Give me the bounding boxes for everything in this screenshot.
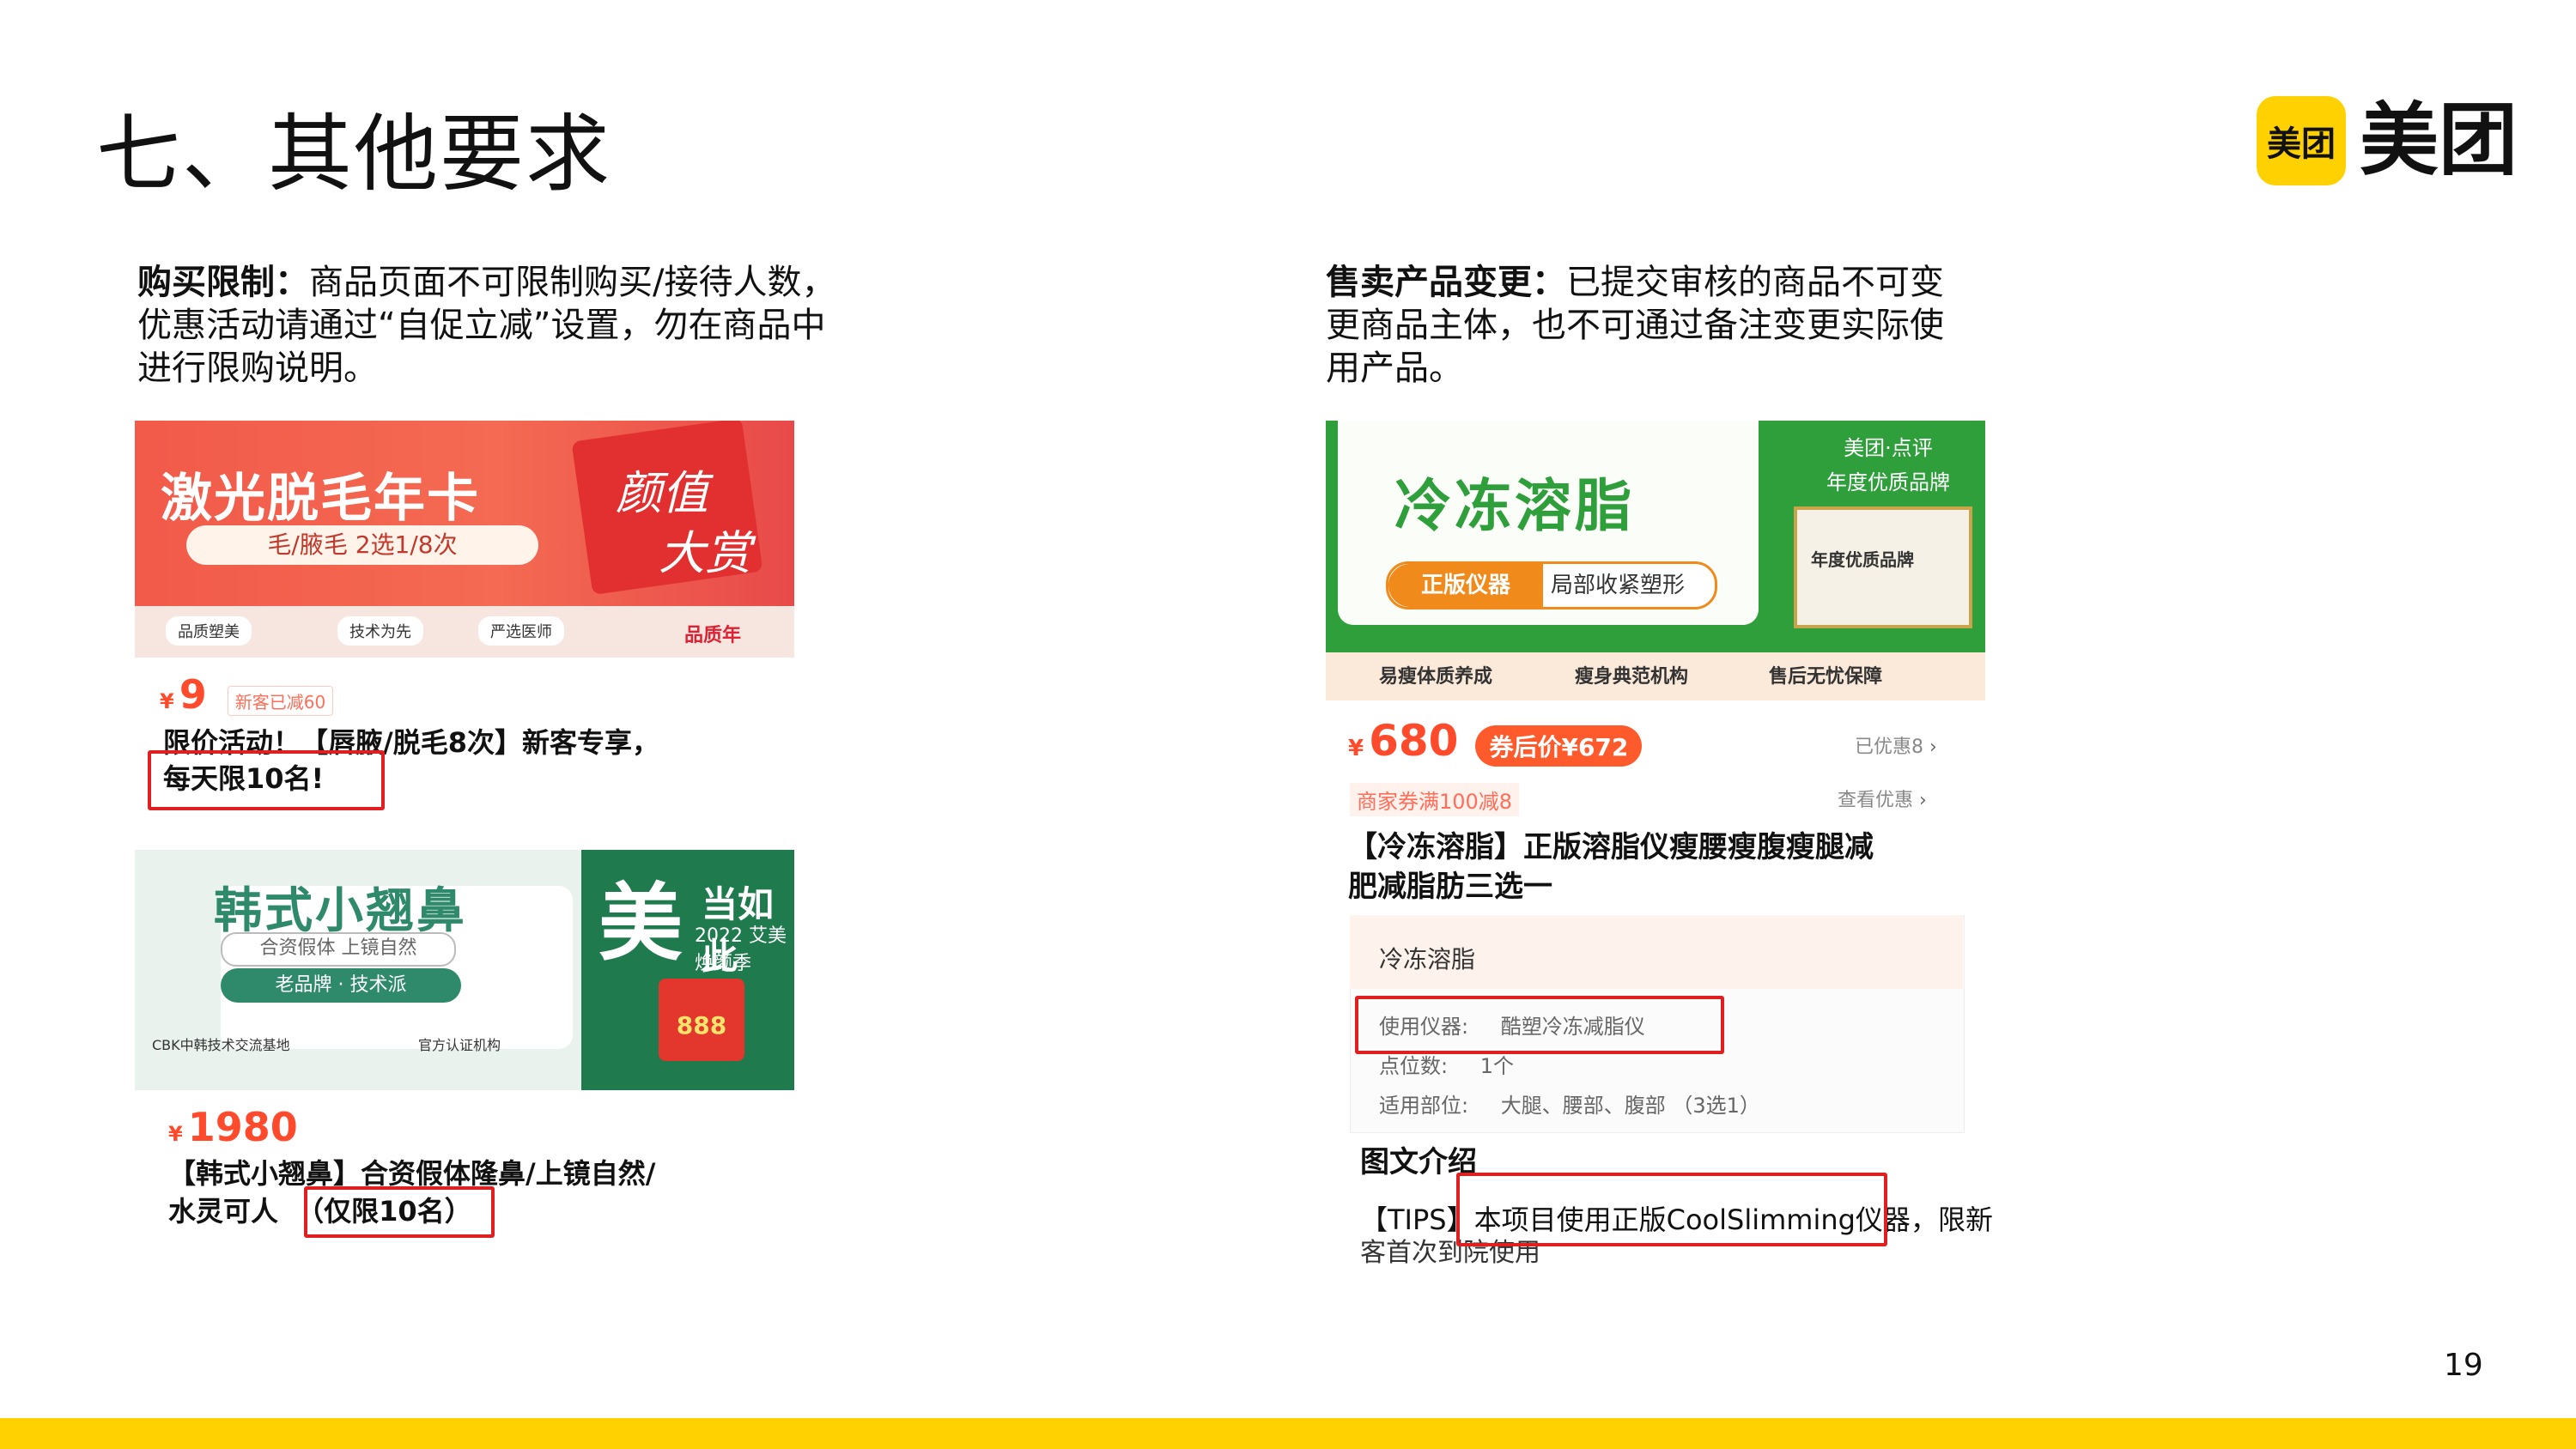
- banner-footer: 品质年: [684, 625, 742, 646]
- banner-tag: 瘦身典范机构: [1575, 666, 1689, 688]
- right-heading-colon: ：: [1532, 263, 1566, 302]
- footer-accent-bar: [0, 1418, 2576, 1449]
- view-offers-text: 查看优惠: [1838, 790, 1914, 811]
- product3-title: 【冷冻溶脂】正版溶脂仪瘦腰瘦腹瘦腿减: [1348, 830, 1874, 864]
- left-heading-colon: ：: [275, 263, 309, 302]
- tips-suffix: 限新: [1937, 1203, 1993, 1236]
- banner-pill-primary: 正版仪器: [1388, 564, 1543, 607]
- product1-price-row: ¥ 9 新客已减60: [160, 671, 334, 718]
- brand-label: 美团·点评 年度优质品牌: [1807, 431, 1970, 500]
- banner-year: 2022 艾美焕颜季: [695, 925, 787, 974]
- banner-pill-secondary: 局部收紧塑形: [1551, 573, 1686, 598]
- page-number: 19: [2444, 1348, 2483, 1383]
- discount-link[interactable]: 已优惠8 ›: [1855, 731, 1937, 759]
- view-offers-link[interactable]: 查看优惠 ›: [1838, 785, 1927, 812]
- spec-label: 点位数:: [1379, 1054, 1449, 1078]
- product3-title-line2: 肥减脂肪三选一: [1348, 870, 1552, 904]
- coupon-badge: 新客已减60: [227, 686, 334, 716]
- spec-row: 适用部位: 大腿、腰部、腹部 （3选1）: [1379, 1088, 1760, 1119]
- banner-tag: 严选医师: [478, 616, 564, 646]
- spec-value: 1个: [1479, 1054, 1515, 1078]
- right-heading: 售卖产品变更: [1326, 263, 1532, 302]
- banner-title: 冷冻溶脂: [1394, 473, 1635, 539]
- chevron-right-icon: ›: [1929, 737, 1937, 758]
- spec-value: 大腿、腰部、腹部 （3选1）: [1500, 1094, 1760, 1118]
- banner-pill: 老品牌 · 技术派: [221, 968, 461, 1003]
- banner-footer: 官方认证机构: [418, 1037, 501, 1053]
- banner-tag: 易瘦体质养成: [1379, 666, 1493, 688]
- banner-mei: 美: [598, 874, 683, 973]
- product2-price: 1980: [187, 1104, 298, 1150]
- highlight-box: [304, 1186, 495, 1238]
- brand-line1: 美团·点评: [1844, 436, 1933, 460]
- banner-subtitle: 毛/腋毛 2选1/8次: [186, 525, 538, 565]
- currency-symbol: ¥: [168, 1122, 183, 1146]
- banner-tag: 品质塑美: [166, 616, 252, 646]
- banner-deco-text2: 大赏: [659, 526, 751, 580]
- right-para-line1: 已提交审核的商品不可变: [1566, 263, 1944, 302]
- spec-panel-title: 冷冻溶脂: [1379, 945, 1476, 973]
- banner-pill: 合资假体 上镜自然: [221, 932, 456, 967]
- chevron-right-icon: ›: [1919, 790, 1927, 811]
- product3-banner: 冷冻溶脂 正版仪器 局部收紧塑形 美团·点评 年度优质品牌 年度优质品牌 易瘦体…: [1326, 421, 1985, 700]
- product2-banner: 韩式小翘鼻 合资假体 上镜自然 老品牌 · 技术派 美 当如此 2022 艾美焕…: [135, 850, 794, 1090]
- left-para-line1: 商品页面不可限制购买/接待人数，: [309, 263, 836, 302]
- page-title: 七、其他要求: [96, 106, 612, 203]
- currency-symbol: ¥: [1348, 736, 1364, 761]
- right-para-line3: 用产品。: [1326, 349, 1463, 388]
- right-description: 售卖产品变更：已提交审核的商品不可变 更商品主体，也不可通过备注变更实际使 用产…: [1326, 261, 2013, 390]
- certificate-text: 年度优质品牌: [1811, 549, 1914, 570]
- spec-label: 适用部位:: [1379, 1094, 1469, 1118]
- banner-footer: CBK中韩技术交流基地: [152, 1037, 290, 1053]
- meituan-logo-icon: 美团: [2257, 96, 2346, 185]
- banner-tag: 售后无忧保障: [1769, 666, 1883, 688]
- banner-title: 激光脱毛年卡: [161, 469, 480, 529]
- highlight-box: [148, 750, 385, 810]
- left-heading: 购买限制: [137, 263, 275, 302]
- product1-banner: 颜值 大赏 激光脱毛年卡 毛/腋毛 2选1/8次 品质塑美 技术为先 严选医师 …: [135, 421, 794, 658]
- product3-price: 680: [1369, 716, 1459, 766]
- highlight-box: [1456, 1173, 1887, 1246]
- discount-text: 已优惠8: [1855, 737, 1923, 758]
- product2-price-row: ¥ 1980: [168, 1104, 298, 1150]
- logo-text: 美团: [2360, 94, 2518, 186]
- left-description: 购买限制：商品页面不可限制购买/接待人数， 优惠活动请通过“自促立减”设置，勿在…: [137, 261, 910, 390]
- left-para-line3: 进行限购说明。: [137, 349, 378, 388]
- banner-title: 韩式小翘鼻: [214, 883, 467, 939]
- merchant-coupon: 商家券满100减8: [1350, 783, 1520, 816]
- banner-tag: 技术为先: [337, 616, 423, 646]
- product2-title-text: 水灵可人: [168, 1195, 279, 1228]
- brand-line2: 年度优质品牌: [1826, 470, 1950, 494]
- right-para-line2: 更商品主体，也不可通过备注变更实际使: [1326, 306, 1944, 345]
- gift-box: 888: [659, 979, 744, 1061]
- product2-title: 【韩式小翘鼻】合资假体隆鼻/上镜自然/: [168, 1157, 656, 1190]
- currency-symbol: ¥: [160, 689, 174, 713]
- highlight-box: [1355, 996, 1724, 1054]
- product1-price: 9: [179, 671, 207, 718]
- product3-price-row: ¥ 680 券后价¥672: [1348, 716, 1643, 767]
- left-para-line2: 优惠活动请通过“自促立减”设置，勿在商品中: [137, 306, 826, 345]
- banner-deco-text1: 颜值: [616, 466, 708, 520]
- after-coupon-price: 券后价¥672: [1475, 725, 1643, 767]
